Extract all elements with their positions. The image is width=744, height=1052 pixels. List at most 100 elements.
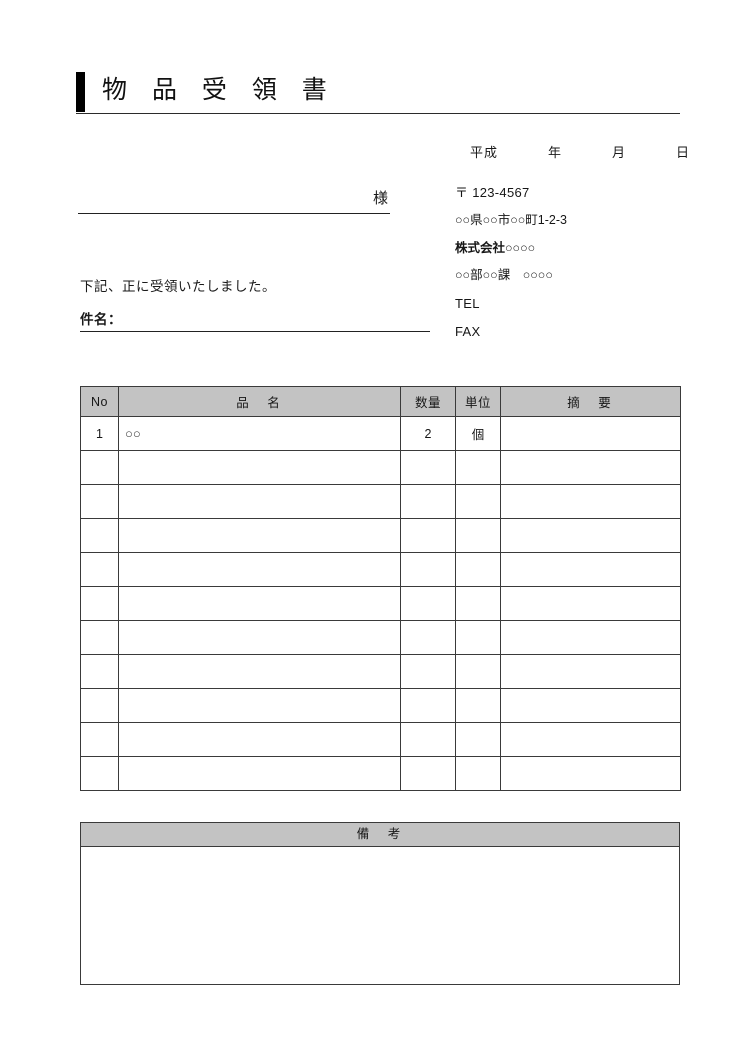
page-title: 物 品 受 領 書 <box>102 76 336 104</box>
sender-tel-label: TEL <box>455 295 480 311</box>
sender-department: ○○部○○課 ○○○○ <box>455 268 553 282</box>
cell-no[interactable] <box>80 722 119 757</box>
cell-unit[interactable] <box>455 484 501 519</box>
cell-quantity[interactable] <box>400 654 456 689</box>
header-unit: 単位 <box>455 386 501 417</box>
cell-name[interactable] <box>118 620 401 655</box>
header-name: 品 名 <box>118 386 401 417</box>
cell-no[interactable]: 1 <box>80 416 119 451</box>
remarks-section: 備 考 <box>80 822 680 985</box>
cell-quantity[interactable] <box>400 552 456 587</box>
remarks-input-area[interactable] <box>80 847 680 985</box>
cell-note[interactable] <box>500 688 681 723</box>
table-row <box>80 552 681 587</box>
cell-unit[interactable] <box>455 756 501 791</box>
title-divider <box>76 113 680 114</box>
table-row <box>80 484 681 519</box>
cell-no[interactable] <box>80 518 119 553</box>
title-block: 物 品 受 領 書 <box>76 68 680 116</box>
addressee-honorific: 様 <box>372 190 388 207</box>
cell-no[interactable] <box>80 688 119 723</box>
cell-name[interactable] <box>118 518 401 553</box>
cell-unit[interactable]: 個 <box>455 416 501 451</box>
sender-address: ○○県○○市○○町1-2-3 <box>455 213 567 227</box>
table-row <box>80 654 681 689</box>
table-row <box>80 586 681 621</box>
cell-unit[interactable] <box>455 586 501 621</box>
cell-unit[interactable] <box>455 450 501 485</box>
table-row <box>80 688 681 723</box>
table-row <box>80 620 681 655</box>
cell-note[interactable] <box>500 518 681 553</box>
cell-quantity[interactable]: 2 <box>400 416 456 451</box>
cell-name[interactable] <box>118 586 401 621</box>
cell-name[interactable] <box>118 722 401 757</box>
cell-quantity[interactable] <box>400 518 456 553</box>
cell-no[interactable] <box>80 620 119 655</box>
date-year-label: 年 <box>547 145 562 160</box>
sender-block: 〒 123-4567 ○○県○○市○○町1-2-3 株式会社○○○○ ○○部○○… <box>455 186 695 353</box>
cell-no[interactable] <box>80 450 119 485</box>
addressee-underline <box>78 213 390 214</box>
title-accent-bar <box>76 72 85 112</box>
cell-unit[interactable] <box>455 518 501 553</box>
cell-name[interactable] <box>118 756 401 791</box>
date-era-label: 平成 <box>470 145 499 160</box>
cell-quantity[interactable] <box>400 620 456 655</box>
cell-note[interactable] <box>500 484 681 519</box>
cell-unit[interactable] <box>455 688 501 723</box>
remarks-header: 備 考 <box>80 822 680 847</box>
cell-unit[interactable] <box>455 722 501 757</box>
cell-note[interactable] <box>500 552 681 587</box>
items-table-body: 1 ○○ 2 個 <box>80 416 681 791</box>
cell-unit[interactable] <box>455 552 501 587</box>
cell-no[interactable] <box>80 756 119 791</box>
table-row <box>80 756 681 791</box>
cell-name[interactable] <box>118 484 401 519</box>
cell-quantity[interactable] <box>400 722 456 757</box>
cell-note[interactable] <box>500 450 681 485</box>
cell-name[interactable] <box>118 654 401 689</box>
cell-unit[interactable] <box>455 620 501 655</box>
sender-company: 株式会社○○○○ <box>455 240 536 255</box>
sender-fax-label: FAX <box>455 323 481 339</box>
table-row: 1 ○○ 2 個 <box>80 416 681 451</box>
document-page: 物 品 受 領 書 平成 年 月 日 〒 123-4567 ○○県○○市○○町1… <box>0 0 744 1052</box>
cell-no[interactable] <box>80 586 119 621</box>
items-header-row: No 品 名 数量 単位 摘 要 <box>80 386 681 417</box>
subject-underline <box>80 331 430 332</box>
table-row <box>80 518 681 553</box>
cell-note[interactable] <box>500 756 681 791</box>
cell-quantity[interactable] <box>400 586 456 621</box>
cell-name[interactable] <box>118 552 401 587</box>
header-quantity: 数量 <box>400 386 456 417</box>
sender-postal-code: 〒 123-4567 <box>455 185 530 200</box>
cell-quantity[interactable] <box>400 688 456 723</box>
cell-note[interactable] <box>500 586 681 621</box>
table-row <box>80 450 681 485</box>
cell-note[interactable] <box>500 654 681 689</box>
cell-no[interactable] <box>80 484 119 519</box>
item-name-text: ○○ <box>125 426 141 441</box>
subject-label: 件名： <box>80 312 122 327</box>
cell-quantity[interactable] <box>400 756 456 791</box>
header-no: No <box>80 386 119 417</box>
cell-unit[interactable] <box>455 654 501 689</box>
table-row <box>80 722 681 757</box>
cell-quantity[interactable] <box>400 484 456 519</box>
cell-no[interactable] <box>80 552 119 587</box>
items-table: No 品 名 数量 単位 摘 要 1 ○○ 2 個 <box>80 386 681 791</box>
date-line: 平成 年 月 日 <box>470 142 690 161</box>
cell-name[interactable] <box>118 688 401 723</box>
items-table-head: No 品 名 数量 単位 摘 要 <box>80 386 681 417</box>
cell-note[interactable] <box>500 620 681 655</box>
cell-quantity[interactable] <box>400 450 456 485</box>
cell-no[interactable] <box>80 654 119 689</box>
cell-note[interactable] <box>500 722 681 757</box>
cell-name[interactable] <box>118 450 401 485</box>
date-day-label: 日 <box>675 145 690 160</box>
date-month-label: 月 <box>611 145 626 160</box>
received-statement: 下記、正に受領いたしました。 <box>80 279 276 294</box>
cell-name[interactable]: ○○ <box>118 416 401 451</box>
cell-note[interactable] <box>500 416 681 451</box>
